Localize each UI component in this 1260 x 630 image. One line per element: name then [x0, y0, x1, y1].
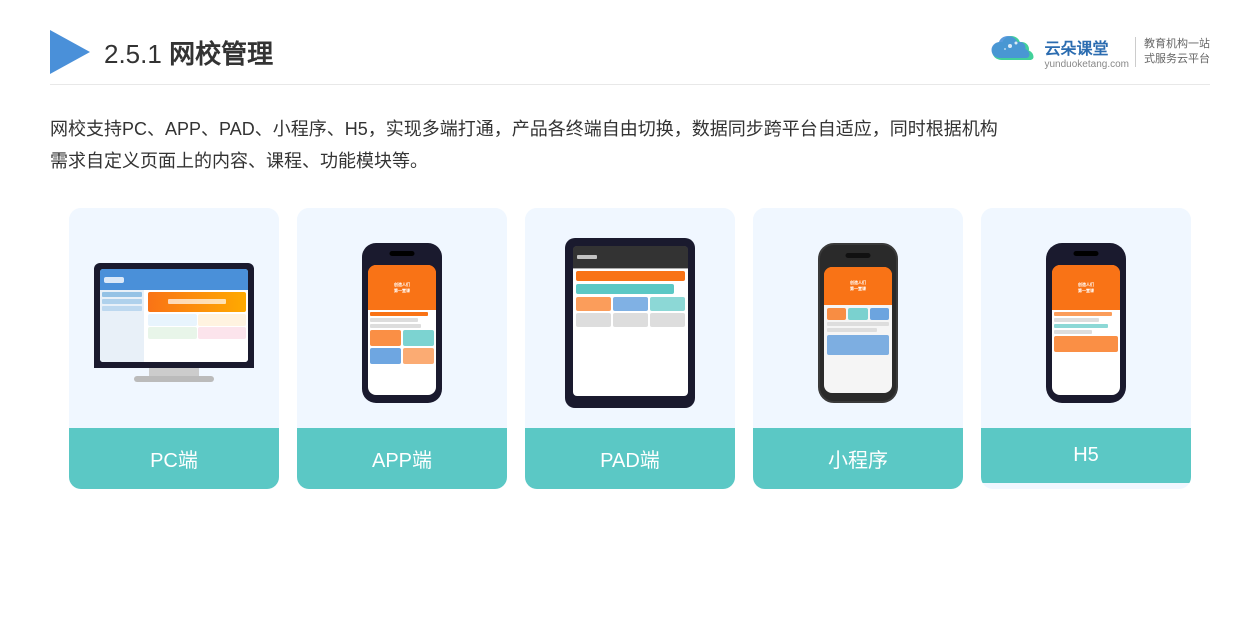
phone-body-h5 [1052, 310, 1120, 354]
card-pc-label: PC端 [69, 428, 279, 489]
card-miniprogram-image: 创造人们第一堂课 [753, 208, 963, 428]
brand-cloud-icon [990, 32, 1038, 72]
brand-tagline: 教育机构一站 式服务云平台 [1135, 37, 1210, 68]
phone-notch-app [390, 251, 415, 256]
phone-screen-mini: 创造人们第一堂课 [824, 267, 892, 393]
card-app-image: 创造人们第一堂课 [297, 208, 507, 428]
page-container: 2.5.1 网校管理 云朵课堂 [0, 0, 1260, 630]
card-pad-image [525, 208, 735, 428]
pc-stand [149, 368, 199, 376]
header: 2.5.1 网校管理 云朵课堂 [50, 30, 1210, 85]
card-app-label: APP端 [297, 428, 507, 489]
pc-monitor [94, 263, 254, 368]
pc-base [134, 376, 214, 382]
tablet-screen-content [573, 246, 688, 396]
phone-header-band-app: 创造人们第一堂课 [368, 265, 436, 311]
card-h5: 创造人们第一堂课 H5 [981, 208, 1191, 489]
phone-body-mini [824, 305, 892, 358]
phone-header-band-h5: 创造人们第一堂课 [1052, 265, 1120, 311]
card-pc-image [69, 208, 279, 428]
page-title: 2.5.1 网校管理 [104, 34, 273, 71]
brand-text: 云朵课堂 yunduoketang.com [1044, 35, 1129, 70]
card-app: 创造人们第一堂课 [297, 208, 507, 489]
pc-screen [100, 269, 248, 362]
card-h5-label: H5 [981, 428, 1191, 483]
cards-container: PC端 创造人们第一堂课 [50, 208, 1210, 489]
pc-screen-content [100, 269, 248, 362]
description: 网校支持PC、APP、PAD、小程序、H5，实现多端打通，产品各终端自由切换，数… [50, 113, 1210, 178]
header-left: 2.5.1 网校管理 [50, 30, 273, 74]
phone-notch-h5 [1074, 251, 1099, 256]
card-miniprogram: 创造人们第一堂课 [753, 208, 963, 489]
header-right: 云朵课堂 yunduoketang.com 教育机构一站 式服务云平台 [990, 32, 1210, 72]
card-pc: PC端 [69, 208, 279, 489]
phone-notch-mini [846, 253, 871, 258]
phone-header-band-mini: 创造人们第一堂课 [824, 267, 892, 305]
phone-screen-h5: 创造人们第一堂课 [1052, 265, 1120, 395]
brand-logo: 云朵课堂 yunduoketang.com 教育机构一站 式服务云平台 [990, 32, 1210, 72]
phone-body-app [368, 310, 436, 366]
tablet-screen [573, 246, 688, 396]
card-miniprogram-label: 小程序 [753, 428, 963, 489]
card-pad-label: PAD端 [525, 428, 735, 489]
card-pad: PAD端 [525, 208, 735, 489]
device-phone-app: 创造人们第一堂课 [362, 243, 442, 403]
logo-icon [50, 30, 90, 74]
device-phone-h5: 创造人们第一堂课 [1046, 243, 1126, 403]
device-phone-mini: 创造人们第一堂课 [818, 243, 898, 403]
phone-screen-app: 创造人们第一堂课 [368, 265, 436, 395]
device-tablet [565, 238, 695, 408]
device-pc [94, 263, 254, 382]
card-h5-image: 创造人们第一堂课 [981, 208, 1191, 428]
